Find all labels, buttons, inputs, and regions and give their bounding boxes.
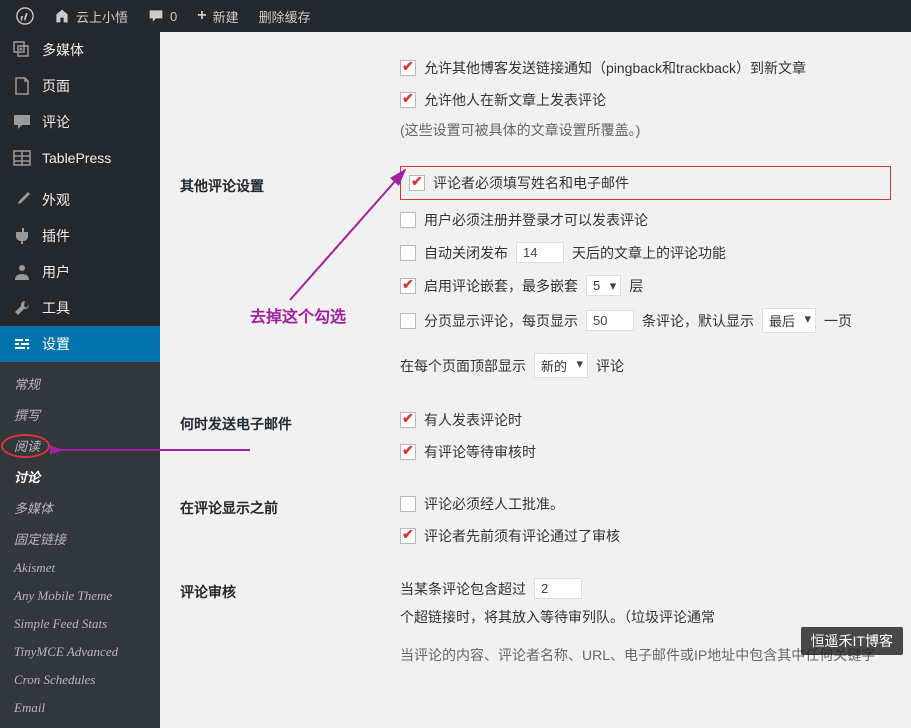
- email-on-moderation-checkbox[interactable]: [400, 444, 416, 460]
- max-links-input[interactable]: [534, 578, 582, 599]
- submenu-email[interactable]: Email: [0, 694, 160, 722]
- menu-pages-label: 页面: [42, 76, 70, 96]
- settings-submenu: 常规 撰写 阅读 讨论 多媒体 固定链接 Akismet Any Mobile …: [0, 362, 160, 728]
- submenu-writing[interactable]: 撰写: [0, 399, 160, 430]
- watermark: 恒遥禾IT博客: [801, 627, 903, 655]
- paginate-checkbox[interactable]: [400, 313, 416, 329]
- menu-comments[interactable]: 评论: [0, 104, 160, 140]
- prev-approved-checkbox[interactable]: [400, 528, 416, 544]
- manual-approve-label: 评论必须经人工批准。: [424, 494, 564, 514]
- menu-tablepress[interactable]: TablePress: [0, 140, 160, 176]
- admin-sidebar: 多媒体 页面 评论 TablePress 外观 插件 用户 工具 设置 常规 撰…: [0, 32, 160, 663]
- menu-media-label: 多媒体: [42, 40, 84, 60]
- submenu-tinymce[interactable]: TinyMCE Advanced: [0, 638, 160, 666]
- moderation-text-1: 当某条评论包含超过: [400, 579, 526, 599]
- allow-comments-label: 允许他人在新文章上发表评论: [424, 90, 606, 110]
- top-label-1: 在每个页面顶部显示: [400, 356, 526, 376]
- plus-icon: +: [197, 7, 206, 25]
- menu-media[interactable]: 多媒体: [0, 32, 160, 68]
- menu-tools-label: 工具: [42, 298, 70, 318]
- wp-logo[interactable]: [8, 0, 42, 32]
- menu-pages[interactable]: 页面: [0, 68, 160, 104]
- allow-comments-checkbox[interactable]: [400, 92, 416, 108]
- paginate-label-1: 分页显示评论，每页显示: [424, 311, 578, 331]
- menu-tools[interactable]: 工具: [0, 290, 160, 326]
- comments-per-page-input[interactable]: [586, 310, 634, 331]
- require-name-email-label: 评论者必须填写姓名和电子邮件: [433, 173, 629, 193]
- email-on-post-label: 有人发表评论时: [424, 410, 522, 430]
- comments-count[interactable]: 0: [140, 0, 185, 32]
- section-before-appear: 在评论显示之前: [180, 478, 400, 562]
- email-on-post-checkbox[interactable]: [400, 412, 416, 428]
- require-name-email-checkbox[interactable]: [409, 175, 425, 191]
- annotation-text: 去掉这个勾选: [250, 303, 346, 327]
- paginate-label-2: 条评论，默认显示: [642, 311, 754, 331]
- menu-appearance-label: 外观: [42, 190, 70, 210]
- new-label: 新建: [213, 7, 239, 26]
- delete-cache[interactable]: 删除缓存: [251, 0, 319, 32]
- pingback-label: 允许其他博客发送链接通知（pingback和trackback）到新文章: [424, 58, 806, 78]
- email-on-moderation-label: 有评论等待审核时: [424, 442, 536, 462]
- top-label-2: 评论: [596, 356, 624, 376]
- menu-comments-label: 评论: [42, 112, 70, 132]
- must-register-checkbox[interactable]: [400, 212, 416, 228]
- annotation-circle: [1, 434, 50, 458]
- site-name[interactable]: 云上小悟: [46, 0, 136, 32]
- prev-approved-label: 评论者先前须有评论通过了审核: [424, 526, 620, 546]
- auto-close-days-input[interactable]: [516, 242, 564, 263]
- thread-checkbox[interactable]: [400, 278, 416, 294]
- menu-users-label: 用户: [42, 262, 70, 282]
- section-moderation: 评论审核: [180, 562, 400, 663]
- menu-appearance[interactable]: 外观: [0, 182, 160, 218]
- thread-levels-select[interactable]: 5: [586, 275, 621, 296]
- settings-note: (这些设置可被具体的文章设置所覆盖。): [400, 116, 891, 146]
- submenu-general[interactable]: 常规: [0, 368, 160, 399]
- submenu-cron[interactable]: Cron Schedules: [0, 666, 160, 694]
- moderation-text-2: 个超链接时，将其放入等待审列队。（垃圾评论通常: [400, 607, 715, 627]
- default-page-select[interactable]: 最后: [762, 308, 816, 333]
- submenu-media[interactable]: 多媒体: [0, 492, 160, 523]
- site-name-text: 云上小悟: [76, 7, 128, 26]
- menu-settings[interactable]: 设置: [0, 326, 160, 362]
- menu-plugins-label: 插件: [42, 226, 70, 246]
- section-email: 何时发送电子邮件: [180, 394, 400, 478]
- menu-plugins[interactable]: 插件: [0, 218, 160, 254]
- section-other-comments: 其他评论设置: [180, 156, 400, 394]
- thread-label-2: 层: [629, 276, 643, 296]
- auto-close-label-2: 天后的文章上的评论功能: [572, 243, 726, 263]
- paginate-label-3: 一页: [824, 311, 852, 331]
- menu-users[interactable]: 用户: [0, 254, 160, 290]
- pingback-checkbox[interactable]: [400, 60, 416, 76]
- manual-approve-checkbox[interactable]: [400, 496, 416, 512]
- comments-number: 0: [170, 9, 177, 24]
- menu-settings-label: 设置: [42, 334, 70, 354]
- thread-label-1: 启用评论嵌套，最多嵌套: [424, 276, 578, 296]
- submenu-anymobile[interactable]: Any Mobile Theme: [0, 582, 160, 610]
- content-area: 允许其他博客发送链接通知（pingback和trackback）到新文章 允许他…: [160, 32, 911, 663]
- auto-close-checkbox[interactable]: [400, 245, 416, 261]
- new-content[interactable]: + 新建: [189, 0, 246, 32]
- submenu-akismet[interactable]: Akismet: [0, 554, 160, 582]
- comment-order-select[interactable]: 新的: [534, 353, 588, 378]
- must-register-label: 用户必须注册并登录才可以发表评论: [424, 210, 648, 230]
- submenu-feedstats[interactable]: Simple Feed Stats: [0, 610, 160, 638]
- submenu-discussion[interactable]: 讨论: [0, 461, 160, 492]
- menu-tablepress-label: TablePress: [42, 150, 111, 166]
- submenu-permalinks[interactable]: 固定链接: [0, 523, 160, 554]
- auto-close-label-1: 自动关闭发布: [424, 243, 508, 263]
